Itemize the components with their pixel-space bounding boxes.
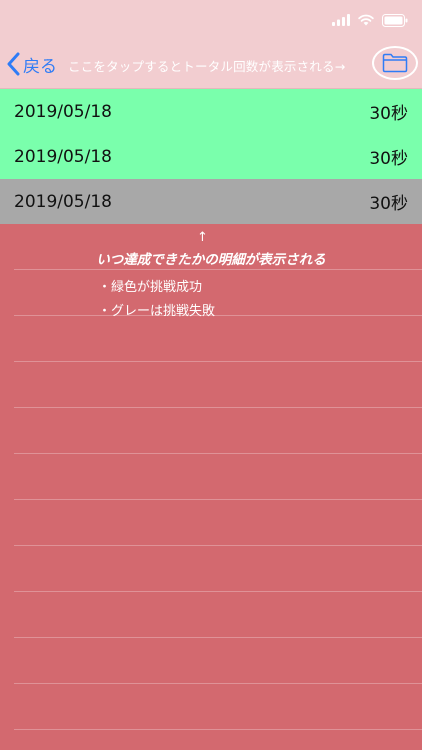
row-separator [14,453,422,454]
annotation-title: いつ達成できたかの明細が表示される [96,252,326,268]
record-date: 2019/05/18 [14,146,112,167]
row-separator [14,591,422,592]
status-icons [332,12,408,28]
folder-icon [382,53,408,73]
status-bar [0,0,422,40]
row-separator [14,637,422,638]
row-separator [14,729,422,730]
row-separator [14,269,422,270]
chevron-left-icon [7,52,20,76]
row-separator [14,315,422,316]
record-row[interactable]: 2019/05/18 30秒 [0,179,422,224]
row-separator [14,545,422,546]
record-date: 2019/05/18 [14,191,112,212]
record-row[interactable]: 2019/05/18 30秒 [0,89,422,134]
battery-icon [382,13,408,27]
back-button[interactable]: 戻る [6,50,57,78]
wifi-icon [358,14,374,26]
record-duration: 30秒 [369,194,408,214]
row-separator [14,683,422,684]
row-separator [14,407,422,408]
annotation-item-fail: ・グレーは挑戦失敗 [98,304,216,319]
record-row[interactable]: 2019/05/18 30秒 [0,134,422,179]
folder-button[interactable] [372,46,418,80]
signal-icon [332,14,350,26]
annotation-arrow: ↑ [197,230,208,245]
row-separator [14,361,422,362]
record-list: 2019/05/18 30秒 2019/05/18 30秒 2019/05/18… [0,89,422,224]
row-separator [14,499,422,500]
nav-title[interactable]: ここをタップするとトータル回数が表示される→ [68,56,345,75]
back-label: 戻る [23,56,57,77]
record-duration: 30秒 [369,149,408,169]
navigation-bar: 戻る ここをタップするとトータル回数が表示される→ [0,40,422,89]
annotation-item-success: ・緑色が挑戦成功 [98,280,203,295]
record-date: 2019/05/18 [14,101,112,122]
record-duration: 30秒 [369,104,408,124]
